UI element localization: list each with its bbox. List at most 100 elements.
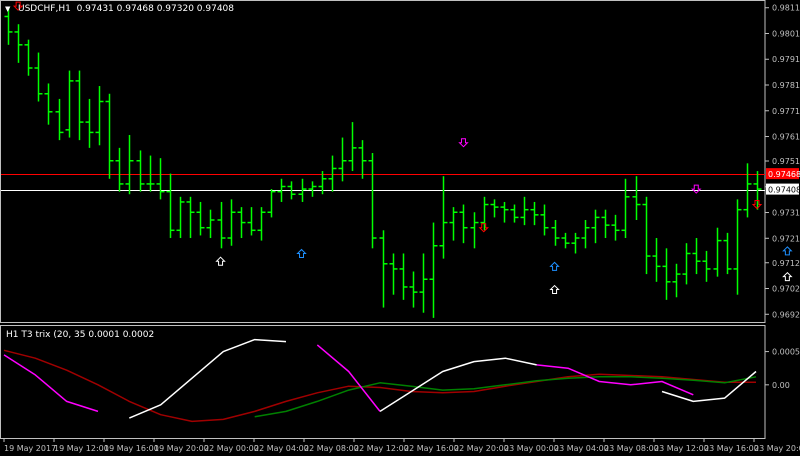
ohlc-bar [449,207,458,241]
ohlc-bar [419,253,428,313]
ohlc-bar [358,140,367,179]
ohlc-bar [490,199,499,218]
ohlc-bar [267,189,276,218]
time-axis-label: 22 May 16:00 [404,444,459,453]
ohlc-bar [85,98,94,148]
ohlc-bar [581,219,590,249]
price-axis-label: 0.96924 [772,310,800,319]
ohlc-bar [206,209,215,239]
ohlc-bar [237,207,246,239]
ohlc-bar [217,201,226,249]
current-price-label: 0.97468 [768,170,800,179]
up-arrow-icon [782,271,793,282]
time-axis: 19 May 201719 May 12:0019 May 16:0019 Ma… [3,438,800,453]
indicator-subwindow[interactable] [3,338,757,423]
price-axis-label: 0.97124 [772,259,800,268]
ohlc-bar [662,248,671,300]
ohlc-bar [510,204,519,223]
price-axis-label: 0.98114 [772,4,800,13]
ohlc-bar [439,176,448,259]
ohlc-bar [723,232,732,275]
time-axis-label: 19 May 16:00 [104,444,159,453]
ohlc-bar [75,70,84,141]
ohlc-bar [561,232,570,249]
ohlc-bar [55,98,64,141]
ohlc-bar [34,52,43,102]
ohlc-bar [115,147,124,192]
ohlc-bar [611,214,620,241]
up-arrow-icon [782,246,793,256]
ohlc-bar [733,199,742,295]
ohlc-bar [530,201,539,226]
ohlc-bar [540,204,549,236]
ohlc-bar [692,238,701,275]
chart-canvas[interactable]: 0.98114 0.98014 0.97914 0.97814 0.97714 0.976… [0,0,800,456]
ohlc-bar [702,250,711,282]
indicator-axis-label: 0.00 [772,381,790,390]
ohlc-bar [247,207,256,236]
symbol-header: USDCHF,H1 0.97431 0.97468 0.97320 0.9740… [18,4,234,14]
ohlc-bar [348,122,357,172]
up-arrow-icon [296,248,307,258]
ohlc-bar [14,24,23,63]
ohlc-values: 0.97431 0.97468 0.97320 0.97408 [76,4,235,14]
ohlc-bar [601,209,610,239]
time-axis-label: 23 May 16:00 [704,444,759,453]
ohlc-bar [136,150,145,192]
ohlc-bar [682,243,691,285]
ohlc-bar [44,83,53,125]
ohlc-bar [672,263,681,298]
ohlc-bar [156,158,165,200]
price-axis-label: 0.97519 [772,157,800,166]
ohlc-bar [308,181,317,197]
symbol-label: USDCHF,H1 [18,4,71,14]
time-axis-label: 22 May 20:00 [454,444,509,453]
time-axis-label: 19 May 12:00 [54,444,109,453]
price-axis-label: 0.97219 [772,234,800,243]
time-axis-label: 22 May 04:00 [254,444,309,453]
price-axis-label: 0.97714 [772,107,800,116]
time-axis-label: 22 May 12:00 [354,444,409,453]
ohlc-bar [470,212,479,249]
ohlc-bar [591,209,600,244]
up-arrow-icon [215,256,226,266]
ohlc-bar [409,271,418,308]
ohlc-bar [459,204,468,244]
ohlc-bar [652,238,661,282]
ohlc-bar [368,153,377,249]
ohlc-bar [328,155,337,192]
price-axis-label: 0.97914 [772,55,800,64]
ohlc-bar [176,196,185,239]
up-arrow-icon [549,261,560,271]
price-axis-label: 0.97814 [772,81,800,90]
indicator-axis-label: 0.0005 [772,348,800,357]
ohlc-bar [399,253,408,300]
ohlc-bar [186,196,195,239]
price-axis-label: 0.97024 [772,285,800,294]
time-axis-label: 23 May 20:00 [754,444,800,453]
ohlc-bar [571,232,580,254]
time-axis-label: 23 May 12:00 [654,444,709,453]
ohlc-bar [166,173,175,239]
time-axis-label: 23 May 08:00 [604,444,659,453]
ohlc-bar [227,199,236,246]
main-price-panel[interactable] [1,1,800,337]
ohlc-bar [632,176,641,220]
ohlc-bar [551,219,560,246]
down-arrow-icon [478,223,489,233]
indicator-title: H1 T3 trix (20, 35 0.0001 0.0002 [6,330,155,340]
ohlc-bar [713,227,722,277]
trix-line-magenta [3,344,694,413]
ohlc-bar [196,201,205,236]
price-axis-label: 0.97614 [772,133,800,142]
time-axis-label: 22 May 00:00 [204,444,259,453]
ohlc-bar [642,196,651,275]
time-axis-label: 19 May 2017 [4,444,56,453]
up-arrow-icon [549,284,560,295]
triangle-down-icon[interactable]: ▼ [5,5,10,13]
chart-frame [0,0,766,439]
time-axis-label: 22 May 08:00 [304,444,359,453]
ohlc-bar [125,134,134,195]
ohlc-bar [257,207,266,241]
ohlc-bar [95,86,104,146]
